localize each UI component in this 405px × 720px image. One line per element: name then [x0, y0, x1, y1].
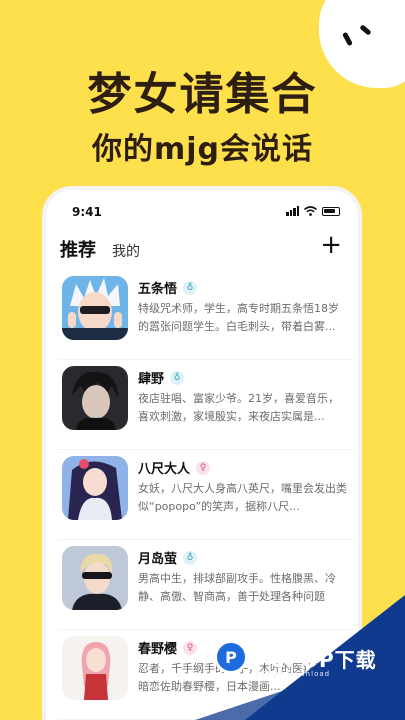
character-name: 月岛萤	[138, 552, 178, 567]
character-name: 八尺大人	[138, 462, 191, 477]
signal-icon	[286, 206, 299, 216]
avatar	[62, 366, 128, 430]
list-item[interactable]: 五条悟 ♁ 特级咒术师，学生，高专时期五条悟18岁的嚣张问题学生。白毛刺头，带着…	[58, 270, 354, 360]
character-description: 女妖，八尺大人身高八英尺，嘴里会发出类似“popopo”的笑声，据称八尺...	[138, 482, 347, 513]
male-icon: ♁	[183, 550, 198, 565]
character-name: 五条悟	[138, 282, 178, 297]
name-row: 八尺大人 ♀	[138, 458, 211, 477]
male-icon: ♁	[170, 370, 185, 385]
character-description: 特级咒术师，学生，高专时期五条悟18岁的嚣张问题学生。白毛刺头，带着白雾...	[138, 302, 339, 333]
avatar	[62, 276, 128, 340]
status-bar: 9:41	[46, 190, 358, 232]
name-row: 春野樱 ♀	[138, 638, 198, 657]
battery-icon	[322, 206, 340, 216]
character-name: 春野樱	[138, 642, 178, 657]
add-button[interactable]: +	[320, 232, 342, 258]
name-row: 肆野 ♁	[138, 368, 185, 387]
watermark-text: PCPOP下载	[254, 648, 377, 672]
promo-headline: 梦女请集合	[87, 69, 318, 120]
list-item[interactable]: 肆野 ♁ 夜店驻唱、富家少爷。21岁，喜爱音乐，喜欢刺激，家境殷实，来夜店实属是…	[58, 360, 354, 450]
avatar	[62, 546, 128, 610]
female-icon: ♀	[196, 460, 211, 475]
list-item[interactable]: 八尺大人 ♀ 女妖，八尺大人身高八英尺，嘴里会发出类似“popopo”的笑声，据…	[58, 450, 354, 540]
name-row: 五条悟 ♁	[138, 278, 198, 297]
character-name: 肆野	[138, 372, 165, 387]
mascot-eye	[359, 24, 372, 36]
system-icons	[286, 206, 340, 216]
wifi-icon	[304, 206, 317, 216]
watermark-logo-icon: P	[214, 640, 248, 674]
tab-mine[interactable]: 我的	[112, 241, 140, 261]
avatar	[62, 636, 128, 700]
name-row: 月岛萤 ♁	[138, 548, 198, 567]
tab-recommend[interactable]: 推荐	[60, 236, 96, 262]
status-time: 9:41	[72, 205, 102, 219]
mascot-eye	[342, 31, 353, 47]
watermark-subtext: PCPOP Download	[256, 670, 331, 678]
avatar	[62, 456, 128, 520]
character-description: 夜店驻唱、富家少爷。21岁，喜爱音乐，喜欢刺激，家境殷实，来夜店实属是...	[138, 392, 339, 423]
tab-bar: 推荐 我的	[60, 236, 140, 262]
promo-subline: 你的mjg会说话	[91, 132, 314, 167]
male-icon: ♁	[183, 280, 198, 295]
